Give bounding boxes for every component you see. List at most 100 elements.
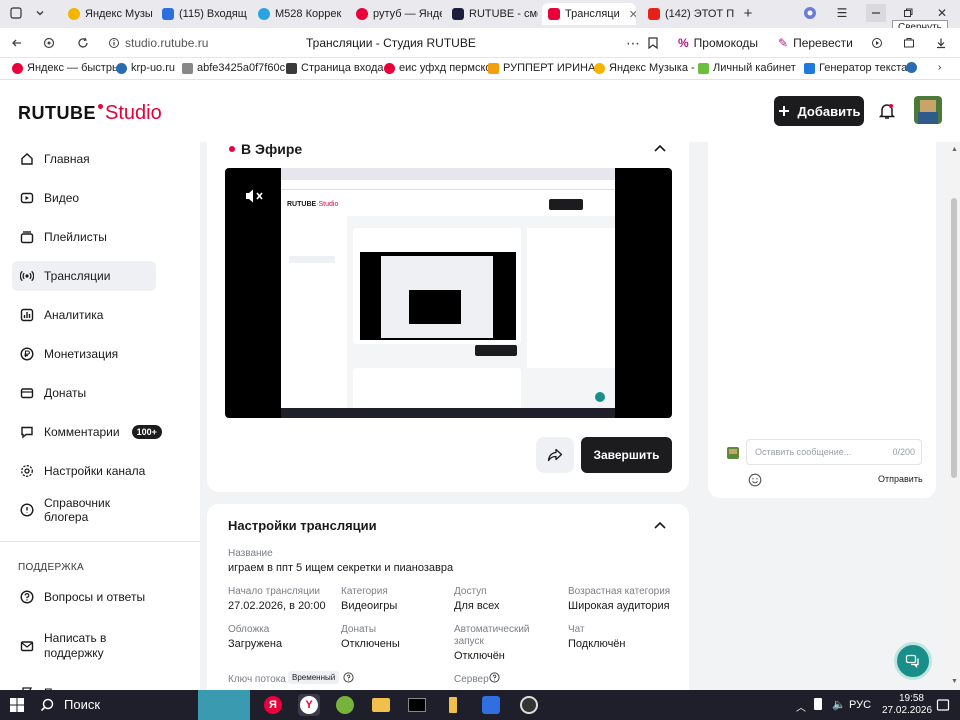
browser-tab[interactable]: (142) ЭТОТ ПК <box>642 3 734 25</box>
scroll-down-icon[interactable]: ▼ <box>951 678 958 685</box>
scroll-thumb[interactable] <box>951 198 957 478</box>
terminal-icon[interactable] <box>406 694 428 716</box>
browser-tab[interactable]: RUTUBE - смо <box>446 3 538 25</box>
bookmark-item[interactable]: еис уфхд пермско <box>384 62 492 74</box>
app-icon[interactable] <box>480 694 502 716</box>
support-chat-button[interactable] <box>894 642 932 680</box>
minimize-icon[interactable] <box>866 4 886 22</box>
translate-button[interactable]: ✎ Перевести <box>778 33 853 53</box>
close-tab-icon[interactable]: ✕ <box>629 8 636 21</box>
bookmark-item[interactable]: Страница входа <box>286 62 384 74</box>
bookmarks-overflow-icon[interactable]: › <box>938 62 941 73</box>
share-button[interactable] <box>536 437 574 473</box>
bookmark-item[interactable]: Яндекс — быстрь <box>12 62 118 74</box>
bookmark-item[interactable]: Личный кабинет <box>698 62 796 74</box>
main-content: В Эфире RUTUBE·Studio Завершить Оставить… <box>200 142 948 690</box>
age-label: Возрастная категория <box>568 586 671 597</box>
sidebar-item-comments[interactable]: Комментарии 100+ <box>12 417 162 447</box>
server-label: Сервер <box>454 674 489 685</box>
notifications-icon[interactable] <box>936 698 950 712</box>
weather-widget-icon[interactable] <box>198 690 250 720</box>
playlist-icon <box>20 230 34 244</box>
yandex-app-icon[interactable]: Я <box>262 694 284 716</box>
sidebar-item-write-support[interactable]: Написать в поддержку <box>12 626 156 666</box>
battery-icon[interactable] <box>814 698 822 710</box>
bookmark-item[interactable]: Генератор текста <box>804 62 907 74</box>
plus-icon <box>778 105 790 117</box>
sidebar-item-analytics[interactable]: Аналитика <box>12 300 156 330</box>
folder-icon[interactable] <box>370 694 392 716</box>
bookmark-shield-icon[interactable] <box>40 34 58 52</box>
rutube-tab-icon <box>452 8 464 20</box>
access-label: Доступ <box>454 586 487 597</box>
browser-tab[interactable]: M528 Коррек <box>252 3 344 25</box>
stream-key-help-icon[interactable] <box>343 672 354 683</box>
browser-tab[interactable]: рутуб — Янде <box>350 3 442 25</box>
more-icon[interactable]: ⋯ <box>624 34 642 52</box>
bell-icon[interactable] <box>879 102 895 120</box>
utorrent-icon[interactable] <box>334 694 356 716</box>
add-button[interactable]: Добавить <box>774 96 864 126</box>
tab-list-chevron-icon[interactable] <box>30 4 50 22</box>
rutube-studio-logo[interactable]: RUTUBE Studio <box>18 102 162 125</box>
profile-icon[interactable] <box>800 4 820 22</box>
clock[interactable]: 19:58 27.02.2026 <box>882 693 932 717</box>
settings-collapse-chevron-icon[interactable] <box>654 521 666 529</box>
taskbar-search[interactable]: Поиск <box>40 697 100 712</box>
language-indicator[interactable]: РУС <box>849 699 871 711</box>
server-help-icon[interactable] <box>489 672 500 683</box>
browser-tab[interactable]: Яндекс Музы <box>62 3 154 25</box>
yandex-browser-icon[interactable]: Y <box>298 694 320 716</box>
sidebar-item-home[interactable]: Главная <box>12 144 156 174</box>
sidebar-item-donations[interactable]: Донаты <box>12 378 156 408</box>
sidebar-item-playlists[interactable]: Плейлисты <box>12 222 156 252</box>
tab-menu-icon[interactable] <box>6 4 26 22</box>
settings-title: Настройки трансляции <box>228 518 377 533</box>
collapse-chevron-icon[interactable] <box>654 144 666 152</box>
bookmark-item[interactable] <box>906 62 917 73</box>
search-icon <box>40 698 54 712</box>
volume-icon[interactable]: 🔈 <box>832 698 846 711</box>
chat-message-input[interactable]: Оставить сообщение... 0/200 <box>746 439 922 465</box>
bookmark-icon[interactable] <box>644 34 662 52</box>
bookmark-item[interactable]: krp-uo.ru <box>116 62 175 74</box>
promo-button[interactable]: % Промокоды <box>678 33 758 53</box>
back-icon[interactable] <box>8 34 26 52</box>
media-icon[interactable] <box>868 34 886 52</box>
extensions-icon[interactable] <box>900 34 918 52</box>
mute-icon[interactable] <box>245 188 265 204</box>
tray-chevron-icon[interactable]: ︿ <box>796 699 806 714</box>
bookmark-item[interactable]: abfe3425a0f7f60c <box>182 62 285 74</box>
avatar[interactable] <box>914 96 942 124</box>
browser-tab[interactable]: (115) Входящ <box>156 3 248 25</box>
scroll-up-icon[interactable]: ▲ <box>951 146 958 153</box>
sidebar-item-blogger-guide[interactable]: Справочник блогера <box>12 495 156 525</box>
sidebar-item-broadcasts[interactable]: Трансляции <box>12 261 156 291</box>
sidebar-divider <box>0 541 200 542</box>
browser-tab-active[interactable]: Трансляци ✕ <box>542 3 636 25</box>
new-tab-icon[interactable]: + <box>738 4 758 22</box>
name-label: Название <box>228 548 273 559</box>
download-icon[interactable] <box>932 34 950 52</box>
site-info-icon[interactable] <box>108 37 120 49</box>
yandex-icon <box>384 62 395 74</box>
sidebar-item-monetization[interactable]: Монетизация <box>12 339 156 369</box>
reload-icon[interactable] <box>74 34 92 52</box>
menu-icon[interactable]: ☰ <box>832 4 852 22</box>
send-button[interactable]: Отправить <box>878 474 923 484</box>
emoji-icon[interactable] <box>748 473 762 487</box>
support-heading: ПОДДЕРЖКА <box>18 562 84 573</box>
bookmark-item[interactable]: РУППЕРТ ИРИНА <box>488 62 595 74</box>
sidebar-item-channel-settings[interactable]: Настройки канала <box>12 456 156 486</box>
broadcast-settings-card: Настройки трансляции Название играем в п… <box>207 504 689 690</box>
obs-icon[interactable] <box>518 694 540 716</box>
url-field[interactable]: studio.rutube.ru <box>108 33 208 53</box>
page-scrollbar[interactable]: ▲ ▼ <box>948 142 960 690</box>
finish-button[interactable]: Завершить <box>581 437 672 473</box>
sidebar-item-video[interactable]: Видео <box>12 183 156 213</box>
windows-start-icon[interactable] <box>6 694 28 716</box>
battery-app-icon[interactable] <box>442 694 464 716</box>
video-player[interactable]: RUTUBE·Studio <box>225 168 672 418</box>
sidebar-item-faq[interactable]: Вопросы и ответы <box>12 582 156 612</box>
bookmark-item[interactable]: Яндекс Музыка - <box>594 62 695 74</box>
